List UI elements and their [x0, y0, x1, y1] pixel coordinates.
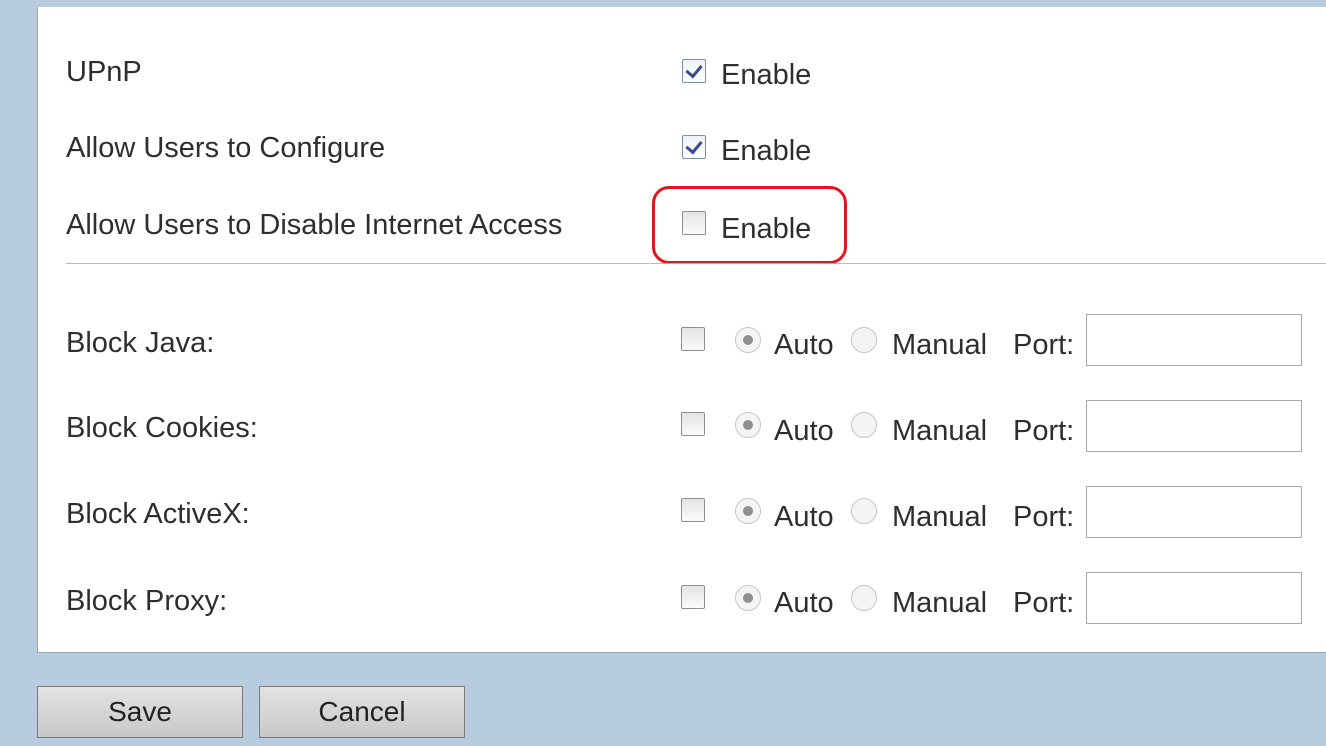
block-activex-checkbox[interactable] — [681, 498, 705, 522]
setting-label-upnp: UPnP — [66, 56, 142, 88]
setting-label-allow-configure: Allow Users to Configure — [66, 132, 386, 164]
allow-configure-enable-label: Enable — [721, 135, 812, 167]
block-proxy-auto-label: Auto — [774, 587, 834, 619]
upnp-enable-label: Enable — [721, 59, 812, 91]
block-cookies-port-label: Port: — [1013, 415, 1075, 447]
block-java-manual-radio[interactable] — [851, 327, 877, 353]
block-label-activex: Block ActiveX: — [66, 498, 250, 530]
block-activex-auto-label: Auto — [774, 501, 834, 533]
block-cookies-auto-radio[interactable] — [735, 412, 761, 438]
block-cookies-checkbox[interactable] — [681, 412, 705, 436]
highlight-annotation — [652, 186, 847, 264]
block-cookies-manual-label: Manual — [892, 415, 988, 447]
block-label-cookies: Block Cookies: — [66, 412, 258, 444]
block-cookies-auto-label: Auto — [774, 415, 834, 447]
block-activex-auto-radio[interactable] — [735, 498, 761, 524]
block-label-java: Block Java: — [66, 327, 215, 359]
block-cookies-port-input[interactable] — [1086, 400, 1302, 452]
section-divider — [66, 263, 1326, 264]
block-activex-port-input[interactable] — [1086, 486, 1302, 538]
upnp-enable-checkbox[interactable] — [682, 59, 706, 83]
block-proxy-manual-radio[interactable] — [851, 585, 877, 611]
save-button[interactable]: Save — [37, 686, 243, 738]
settings-panel: UPnP Enable Allow Users to Configure Ena… — [37, 7, 1326, 653]
block-java-checkbox[interactable] — [681, 327, 705, 351]
block-proxy-checkbox[interactable] — [681, 585, 705, 609]
block-activex-port-label: Port: — [1013, 501, 1075, 533]
cancel-button[interactable]: Cancel — [259, 686, 465, 738]
allow-configure-enable-checkbox[interactable] — [682, 135, 706, 159]
block-cookies-manual-radio[interactable] — [851, 412, 877, 438]
block-activex-manual-label: Manual — [892, 501, 988, 533]
block-label-proxy: Block Proxy: — [66, 585, 228, 617]
setting-label-allow-disable-internet: Allow Users to Disable Internet Access — [66, 209, 563, 241]
block-proxy-port-label: Port: — [1013, 587, 1075, 619]
block-java-port-label: Port: — [1013, 329, 1075, 361]
block-java-manual-label: Manual — [892, 329, 988, 361]
block-java-auto-label: Auto — [774, 329, 834, 361]
block-java-port-input[interactable] — [1086, 314, 1302, 366]
block-proxy-auto-radio[interactable] — [735, 585, 761, 611]
block-proxy-manual-label: Manual — [892, 587, 988, 619]
block-java-auto-radio[interactable] — [735, 327, 761, 353]
block-proxy-port-input[interactable] — [1086, 572, 1302, 624]
block-activex-manual-radio[interactable] — [851, 498, 877, 524]
